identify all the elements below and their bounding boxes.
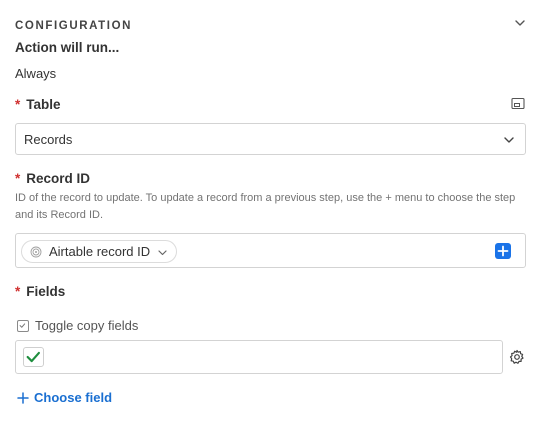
fields-field-label: * Fields: [15, 284, 65, 299]
chevron-down-icon[interactable]: [513, 16, 527, 30]
action-run-label: Action will run...: [15, 40, 120, 55]
action-run-value: Always: [15, 66, 57, 81]
required-marker: *: [15, 171, 21, 186]
record-id-field-label: * Record ID: [15, 171, 90, 186]
fields-label: Fields: [26, 284, 66, 299]
required-marker: *: [15, 97, 21, 112]
add-step-value-button[interactable]: [495, 243, 511, 259]
configuration-section-header[interactable]: CONFIGURATION: [15, 16, 527, 32]
fingerprint-icon: [30, 246, 42, 258]
gear-icon[interactable]: [509, 349, 525, 365]
plus-icon: [17, 392, 29, 404]
panel-layout-icon[interactable]: [511, 97, 525, 110]
fields-input[interactable]: [15, 340, 503, 374]
record-id-help-text: ID of the record to update. To update a …: [15, 192, 516, 221]
section-title: CONFIGURATION: [15, 20, 133, 32]
checkbox-icon: [17, 320, 29, 332]
checkmark-icon: [26, 351, 40, 363]
toggle-copy-fields-label: Toggle copy fields: [35, 318, 139, 333]
required-marker: *: [15, 284, 21, 299]
table-field-label: * Table: [15, 97, 61, 112]
chevron-down-icon: [158, 250, 167, 256]
field-checkbox[interactable]: [23, 347, 44, 367]
plus-square-icon: [497, 245, 509, 257]
record-id-input[interactable]: Airtable record ID: [15, 233, 526, 268]
record-id-label: Record ID: [26, 171, 91, 186]
choose-field-label: Choose field: [34, 390, 113, 405]
chevron-down-icon: [504, 137, 514, 143]
table-select[interactable]: Records: [15, 123, 526, 155]
record-id-token[interactable]: Airtable record ID: [21, 240, 178, 263]
record-id-token-label: Airtable record ID: [49, 244, 151, 259]
table-label: Table: [26, 97, 61, 112]
table-select-value: Records: [24, 132, 73, 147]
